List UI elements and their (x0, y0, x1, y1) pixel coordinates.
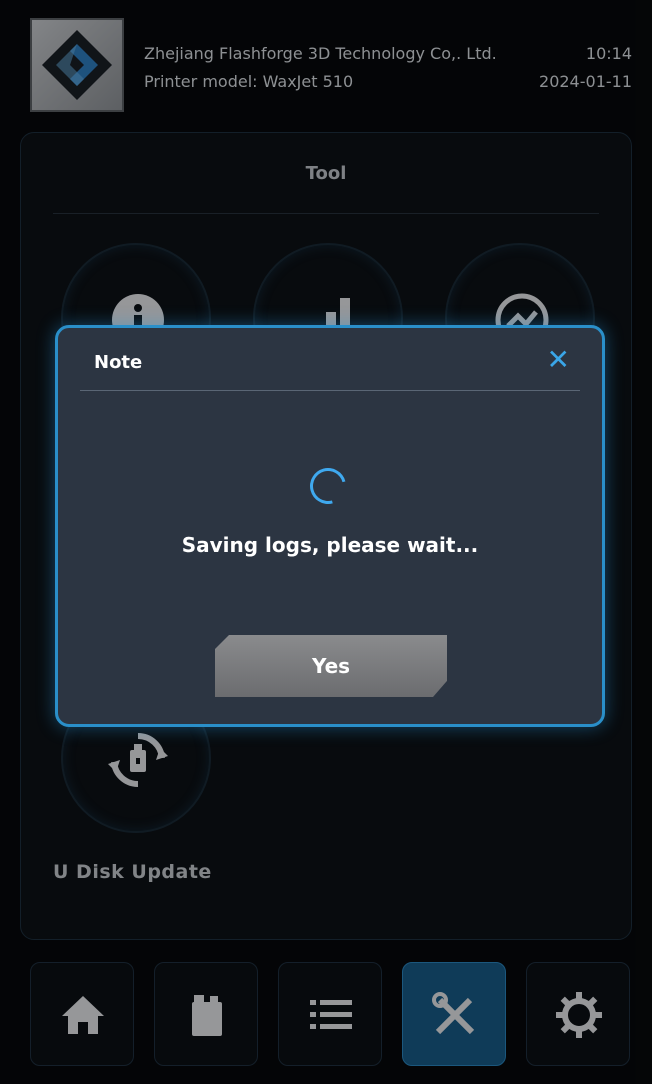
dialog-message: Saving logs, please wait... (181, 533, 479, 557)
loading-spinner-icon (303, 461, 353, 511)
note-dialog: Note ✕ Saving logs, please wait... Yes (55, 325, 605, 727)
dialog-title: Note (94, 352, 143, 373)
dialog-divider (80, 390, 580, 391)
close-icon[interactable]: ✕ (547, 346, 570, 374)
yes-button[interactable]: Yes (215, 635, 447, 697)
